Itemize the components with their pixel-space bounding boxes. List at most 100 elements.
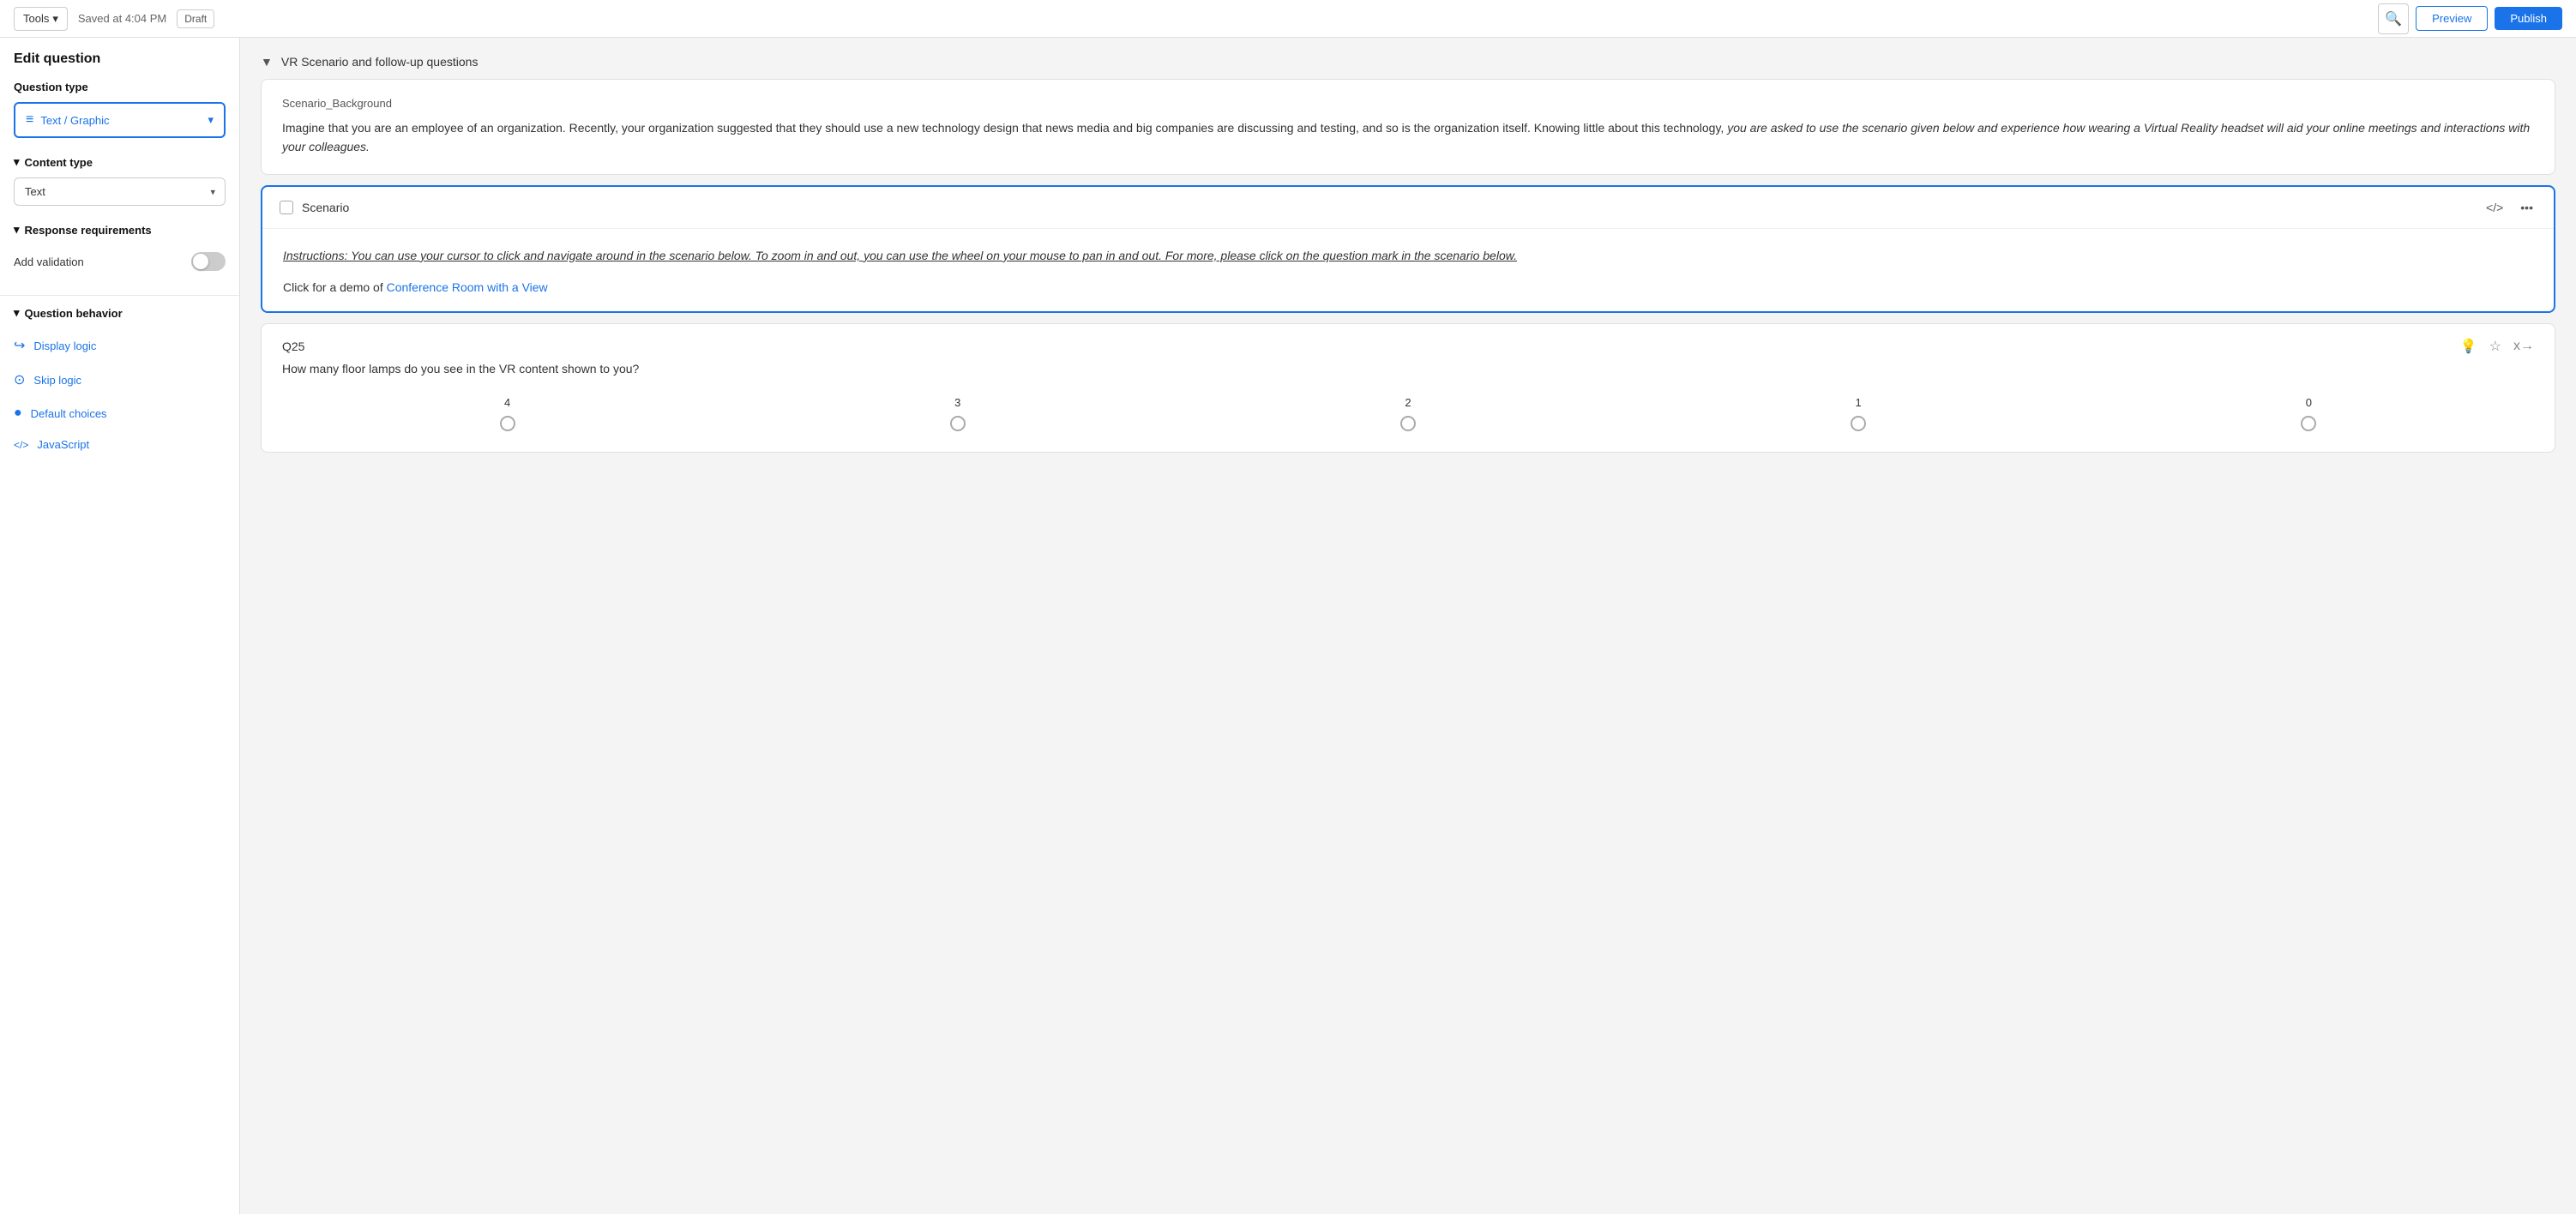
- validation-row: Add validation: [14, 245, 226, 278]
- scenario-code-button[interactable]: </>: [2483, 199, 2507, 216]
- scenario-background-label: Scenario_Background: [282, 97, 2534, 110]
- sidebar-divider: [0, 295, 239, 296]
- validation-toggle[interactable]: [191, 252, 226, 271]
- q25-star-button[interactable]: ☆: [2489, 338, 2501, 355]
- scenario-background-body: Scenario_Background Imagine that you are…: [262, 80, 2555, 174]
- default-choices-icon: ●: [14, 406, 22, 421]
- javascript-icon: </>: [14, 439, 28, 451]
- q25-actions: 💡 ☆ x→: [2460, 338, 2534, 355]
- publish-button[interactable]: Publish: [2495, 7, 2562, 30]
- validation-label: Add validation: [14, 255, 84, 268]
- q25-option-3: 3: [950, 396, 966, 431]
- q25-radio-3[interactable]: [950, 416, 966, 431]
- toggle-thumb: [193, 254, 208, 269]
- scenario-background-card: Scenario_Background Imagine that you are…: [261, 79, 2555, 175]
- scenario-checkbox[interactable]: [280, 201, 293, 214]
- scenario-background-text: Imagine that you are an employee of an o…: [282, 118, 2534, 157]
- q25-option-label-1: 1: [1856, 396, 1862, 409]
- q25-option-2: 2: [1400, 396, 1416, 431]
- q25-option-label-3: 3: [954, 396, 960, 409]
- q25-radio-0[interactable]: [2301, 416, 2316, 431]
- sidebar-item-display-logic[interactable]: ↪ Display logic: [0, 328, 239, 363]
- response-req-chevron-icon: ▾: [14, 223, 20, 237]
- topbar: Tools ▾ Saved at 4:04 PM Draft 🔍 Preview…: [0, 0, 2576, 38]
- topbar-left: Tools ▾ Saved at 4:04 PM Draft: [14, 7, 214, 31]
- question-type-button[interactable]: ≡ Text / Graphic ▾: [14, 102, 226, 138]
- scenario-link-text: Click for a demo of Conference Room with…: [283, 280, 2533, 294]
- display-logic-label: Display logic: [33, 340, 96, 352]
- q25-option-0: 0: [2301, 396, 2316, 431]
- scenario-instructions: Instructions: You can use your cursor to…: [283, 246, 2533, 267]
- question-type-btn-left: ≡ Text / Graphic: [26, 112, 110, 128]
- scenario-bg-plain: Imagine that you are an employee of an o…: [282, 121, 1727, 135]
- sidebar-title: Edit question: [0, 51, 239, 81]
- q25-option-label-4: 4: [504, 396, 510, 409]
- search-button[interactable]: 🔍: [2378, 3, 2409, 34]
- topbar-right: 🔍 Preview Publish: [2378, 3, 2562, 34]
- main-layout: Edit question Question type ≡ Text / Gra…: [0, 38, 2576, 1214]
- q25-radio-4[interactable]: [500, 416, 515, 431]
- scenario-card-header-left: Scenario: [280, 201, 349, 214]
- question-type-label: Question type: [14, 81, 88, 93]
- scenario-link[interactable]: Conference Room with a View: [387, 280, 548, 294]
- q25-option-label-0: 0: [2306, 396, 2312, 409]
- group-header: ▼ VR Scenario and follow-up questions: [261, 55, 2555, 69]
- saved-text: Saved at 4:04 PM: [78, 12, 166, 25]
- sidebar-item-default-choices[interactable]: ● Default choices: [0, 397, 239, 430]
- skip-logic-label: Skip logic: [33, 374, 81, 387]
- content-type-select[interactable]: Text Image Video: [14, 177, 226, 206]
- question-type-chevron-icon: ▾: [208, 113, 214, 127]
- tools-chevron-icon: ▾: [52, 12, 58, 26]
- draft-badge: Draft: [177, 9, 214, 28]
- response-requirements-label: Response requirements: [25, 224, 152, 237]
- q25-radio-2[interactable]: [1400, 416, 1416, 431]
- question-type-selected: Text / Graphic: [40, 114, 109, 127]
- scenario-card-label: Scenario: [302, 201, 349, 214]
- q25-carry-forward-button[interactable]: x→: [2513, 339, 2534, 354]
- question-behavior-label: Question behavior: [25, 307, 123, 320]
- scenario-card-header: Scenario </> •••: [262, 187, 2554, 229]
- scenario-content: Instructions: You can use your cursor to…: [262, 229, 2554, 311]
- skip-logic-icon: ⊙: [14, 371, 25, 388]
- q25-bulb-button[interactable]: 💡: [2460, 338, 2477, 355]
- response-requirements-header[interactable]: ▾ Response requirements: [14, 223, 226, 237]
- q25-label: Q25: [282, 340, 304, 353]
- scenario-card: Scenario </> ••• Instructions: You can u…: [261, 185, 2555, 313]
- question-behavior-chevron-icon: ▾: [14, 306, 20, 320]
- q25-radio-1[interactable]: [1851, 416, 1866, 431]
- scenario-link-prefix: Click for a demo of: [283, 280, 387, 294]
- q25-header: Q25 💡 ☆ x→: [262, 324, 2555, 362]
- content-type-wrapper: Text Image Video ▾: [14, 177, 226, 206]
- q25-card: Q25 💡 ☆ x→ How many floor lamps do you s…: [261, 323, 2555, 453]
- q25-question: How many floor lamps do you see in the V…: [262, 362, 2555, 389]
- preview-button[interactable]: Preview: [2416, 6, 2488, 31]
- question-type-header: Question type: [14, 81, 226, 93]
- q25-options: 4 3 2 1 0: [262, 389, 2555, 452]
- content-type-chevron-icon: ▾: [14, 155, 20, 169]
- default-choices-label: Default choices: [31, 407, 107, 420]
- question-type-section: Question type ≡ Text / Graphic ▾: [0, 81, 239, 138]
- content-area: ▼ VR Scenario and follow-up questions Sc…: [240, 38, 2576, 1214]
- q25-option-1: 1: [1851, 396, 1866, 431]
- sidebar-item-javascript[interactable]: </> JavaScript: [0, 430, 239, 460]
- group-collapse-button[interactable]: ▼: [261, 55, 273, 69]
- content-type-label: Content type: [25, 156, 93, 169]
- q25-option-4: 4: [500, 396, 515, 431]
- question-behavior-header[interactable]: ▾ Question behavior: [14, 306, 226, 320]
- tools-button[interactable]: Tools ▾: [14, 7, 68, 31]
- search-icon: 🔍: [2385, 10, 2402, 27]
- tools-label: Tools: [23, 12, 49, 25]
- q25-option-label-2: 2: [1405, 396, 1411, 409]
- sidebar-item-skip-logic[interactable]: ⊙ Skip logic: [0, 363, 239, 397]
- group-label: VR Scenario and follow-up questions: [281, 55, 478, 69]
- scenario-card-header-right: </> •••: [2483, 199, 2537, 216]
- content-type-section: ▾ Content type Text Image Video ▾: [0, 155, 239, 206]
- javascript-label: JavaScript: [37, 438, 89, 451]
- display-logic-icon: ↪: [14, 337, 25, 354]
- scenario-more-button[interactable]: •••: [2517, 199, 2537, 216]
- text-graphic-icon: ≡: [26, 112, 33, 128]
- content-type-header[interactable]: ▾ Content type: [14, 155, 226, 169]
- response-requirements-section: ▾ Response requirements Add validation: [0, 223, 239, 278]
- sidebar: Edit question Question type ≡ Text / Gra…: [0, 38, 240, 1214]
- question-behavior-section: ▾ Question behavior: [0, 306, 239, 320]
